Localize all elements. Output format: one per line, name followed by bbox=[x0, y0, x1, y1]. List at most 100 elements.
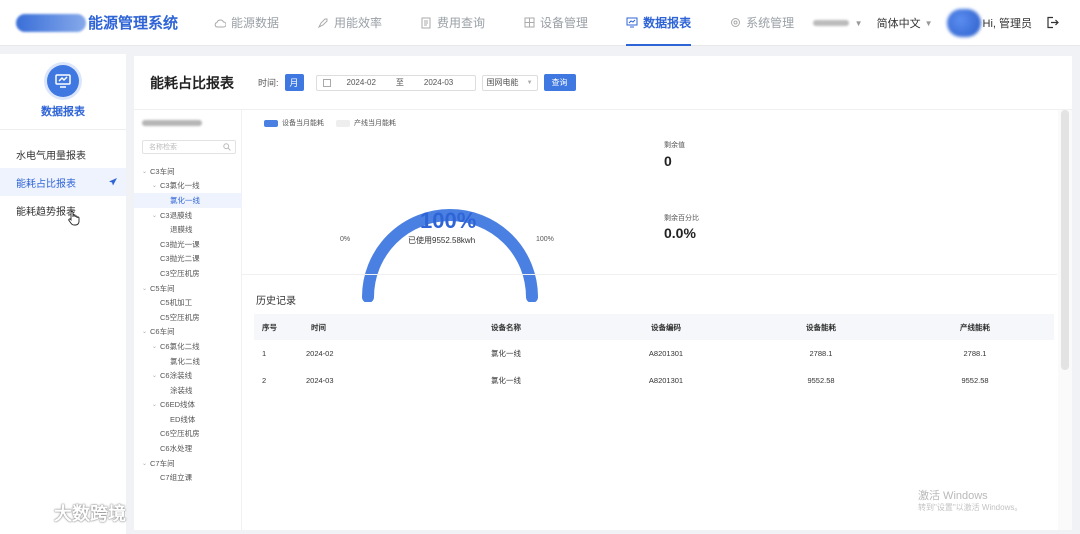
table-header: 序号 时间 设备名称 设备编码 设备能耗 产线能耗 bbox=[254, 314, 1054, 340]
chevron-down-icon[interactable]: ▼ bbox=[855, 19, 863, 28]
sidebar: 数据报表 水电气用量报表 能耗占比报表 能耗趋势报表 bbox=[0, 54, 126, 534]
query-button[interactable]: 查询 bbox=[543, 74, 576, 91]
brand-text: 大数跨境 bbox=[54, 504, 126, 524]
language-select[interactable]: 简体中文 bbox=[877, 15, 921, 31]
tree-node[interactable]: ED线体 bbox=[134, 412, 242, 427]
user-greeting[interactable]: Hi, 管理员 bbox=[983, 15, 1033, 31]
tree-search-input[interactable]: 名称检索 bbox=[142, 140, 236, 154]
scrollbar-thumb[interactable] bbox=[1061, 110, 1069, 370]
legend-label[interactable]: 设备当月能耗 bbox=[282, 118, 324, 128]
sidebar-item-ratio-report[interactable]: 能耗占比报表 bbox=[0, 168, 126, 196]
time-label: 时间: bbox=[258, 78, 279, 88]
chevron-down-icon[interactable]: ⌄ bbox=[152, 401, 160, 408]
nav-system-mgmt[interactable]: 系统管理 bbox=[729, 0, 794, 46]
tree-node-label: C5机加工 bbox=[160, 298, 193, 308]
nav-device-mgmt[interactable]: 设备管理 bbox=[523, 0, 588, 46]
tree-node[interactable]: ⌄ C6ED线体 bbox=[134, 398, 242, 413]
divider bbox=[242, 274, 1057, 275]
col-header: 产线能耗 bbox=[960, 322, 990, 332]
tree-node[interactable]: ⌄ C5车间 bbox=[134, 281, 242, 296]
app-title: 能源管理系统 bbox=[88, 15, 179, 32]
nav-cost-query[interactable]: 费用查询 bbox=[420, 0, 485, 46]
tree-node[interactable]: C5空压机房 bbox=[134, 310, 242, 325]
top-navbar: 能源管理系统 能源数据 用能效率 费用查询 设备管理 数据报表 系统管理 ▼ 简… bbox=[0, 0, 1080, 46]
nav-label: 能源数据 bbox=[231, 16, 280, 30]
cell-index: 1 bbox=[262, 349, 267, 358]
chevron-down-icon: ▼ bbox=[526, 79, 533, 86]
tree-node[interactable]: ⌄ C3车间 bbox=[134, 164, 242, 179]
toolbar: 能耗占比报表 时间: 月 2024-02 至 2024-03 国网电能 ▼ 查询 bbox=[134, 56, 1072, 110]
tree-node[interactable]: ⌄ C3退膜线 bbox=[134, 208, 242, 223]
nav-energy-data[interactable]: 能源数据 bbox=[214, 0, 279, 46]
tree-node[interactable]: C3抛光一课 bbox=[134, 237, 242, 252]
start-date[interactable]: 2024-02 bbox=[347, 78, 376, 87]
chevron-down-icon[interactable]: ⌄ bbox=[142, 168, 150, 175]
date-range-picker[interactable]: 2024-02 至 2024-03 bbox=[315, 74, 476, 91]
user-area: ▼ 简体中文 ▼ Hi, 管理员 bbox=[812, 0, 1060, 46]
tree-node[interactable]: C6空压机房 bbox=[134, 427, 242, 442]
chevron-down-icon[interactable]: ⌄ bbox=[152, 343, 160, 350]
tree-node-label: C3抛光二课 bbox=[160, 254, 200, 264]
nav-efficiency[interactable]: 用能效率 bbox=[317, 0, 382, 46]
tree-node[interactable]: ⌄ C6涂装线 bbox=[134, 368, 242, 383]
chevron-down-icon[interactable]: ⌄ bbox=[152, 372, 160, 379]
logout-icon[interactable] bbox=[1046, 16, 1060, 30]
month-button[interactable]: 月 bbox=[284, 74, 304, 91]
rocket-icon bbox=[317, 17, 329, 29]
cell-device-energy: 9552.58 bbox=[807, 376, 835, 385]
tree-node[interactable]: 氯化一线 bbox=[134, 193, 242, 208]
chart-icon bbox=[626, 17, 638, 29]
select-value: 国网电能 bbox=[486, 78, 519, 87]
scrollbar[interactable] bbox=[1058, 110, 1072, 530]
chevron-down-icon[interactable]: ⌄ bbox=[152, 212, 160, 219]
grid-icon bbox=[523, 17, 535, 29]
tree-node[interactable]: ⌄ C6车间 bbox=[134, 325, 242, 340]
nav-label: 用能效率 bbox=[334, 16, 383, 30]
cell-device-energy: 2788.1 bbox=[809, 349, 833, 358]
tree-node[interactable]: C5机加工 bbox=[134, 295, 242, 310]
tree-node-label: 氯化二线 bbox=[170, 356, 200, 366]
tree-node[interactable]: C3抛光二课 bbox=[134, 252, 242, 267]
tree-node[interactable]: 退膜线 bbox=[134, 222, 242, 237]
logo[interactable]: 能源管理系统 bbox=[16, 12, 186, 33]
tree-node[interactable]: C6水处理 bbox=[134, 441, 242, 456]
chevron-down-icon[interactable]: ▼ bbox=[925, 19, 933, 28]
tree-node[interactable]: C3空压机房 bbox=[134, 266, 242, 281]
tree-node[interactable]: 涂装线 bbox=[134, 383, 242, 398]
cloud-icon bbox=[214, 17, 226, 29]
nav-label: 费用查询 bbox=[437, 16, 486, 30]
table-row[interactable]: 2 2024-03 氯化一线 A8201301 9552.58 9552.58 bbox=[254, 367, 1054, 394]
remain-value: 0 bbox=[664, 153, 672, 169]
end-date[interactable]: 2024-03 bbox=[424, 78, 453, 87]
energy-type-select[interactable]: 国网电能 ▼ bbox=[481, 74, 538, 91]
sidebar-item-trend-report[interactable]: 能耗趋势报表 bbox=[0, 196, 126, 224]
table-row[interactable]: 1 2024-02 氯化一线 A8201301 2788.1 2788.1 bbox=[254, 340, 1054, 367]
main-nav: 能源数据 用能效率 费用查询 设备管理 数据报表 系统管理 bbox=[214, 0, 832, 46]
sidebar-item-usage-report[interactable]: 水电气用量报表 bbox=[0, 140, 126, 168]
cell-device-name: 氯化一线 bbox=[491, 349, 521, 358]
device-tree: 名称检索 ⌄ C3车间 ⌄ C3氯化一线 氯化一线 ⌄ C3退膜线 退膜线 C3抛光一课 C3抛光… bbox=[134, 110, 242, 530]
nav-data-report[interactable]: 数据报表 bbox=[626, 0, 692, 46]
tree-node[interactable]: 氯化二线 bbox=[134, 354, 242, 369]
chart-legend: 设备当月能耗 产线当月能耗 bbox=[264, 118, 396, 128]
chevron-down-icon[interactable]: ⌄ bbox=[142, 460, 150, 467]
chevron-down-icon[interactable]: ⌄ bbox=[142, 328, 150, 335]
chevron-down-icon[interactable]: ⌄ bbox=[152, 182, 160, 189]
tree-node[interactable]: ⌄ C6氯化二线 bbox=[134, 339, 242, 354]
tree-node-label: C3车间 bbox=[150, 166, 175, 176]
nav-label: 系统管理 bbox=[746, 16, 795, 30]
tree-node[interactable]: ⌄ C7车间 bbox=[134, 456, 242, 471]
main-panel: 能耗占比报表 时间: 月 2024-02 至 2024-03 国网电能 ▼ 查询… bbox=[134, 56, 1072, 530]
report-icon bbox=[47, 64, 79, 97]
sidebar-item-label: 水电气用量报表 bbox=[16, 150, 86, 162]
tree-node[interactable]: ⌄ C3氯化一线 bbox=[134, 179, 242, 194]
chevron-down-icon[interactable]: ⌄ bbox=[142, 285, 150, 292]
gauge-max-label: 100% bbox=[536, 236, 554, 243]
tree-node-label: C7车间 bbox=[150, 458, 175, 468]
avatar[interactable] bbox=[946, 9, 981, 37]
tree-node[interactable]: C7组立课 bbox=[134, 470, 242, 485]
tree-node-label: C3抛光一课 bbox=[160, 239, 200, 249]
legend-label[interactable]: 产线当月能耗 bbox=[354, 118, 396, 128]
document-icon bbox=[420, 17, 432, 29]
gauge-percent: 100% bbox=[420, 208, 477, 233]
